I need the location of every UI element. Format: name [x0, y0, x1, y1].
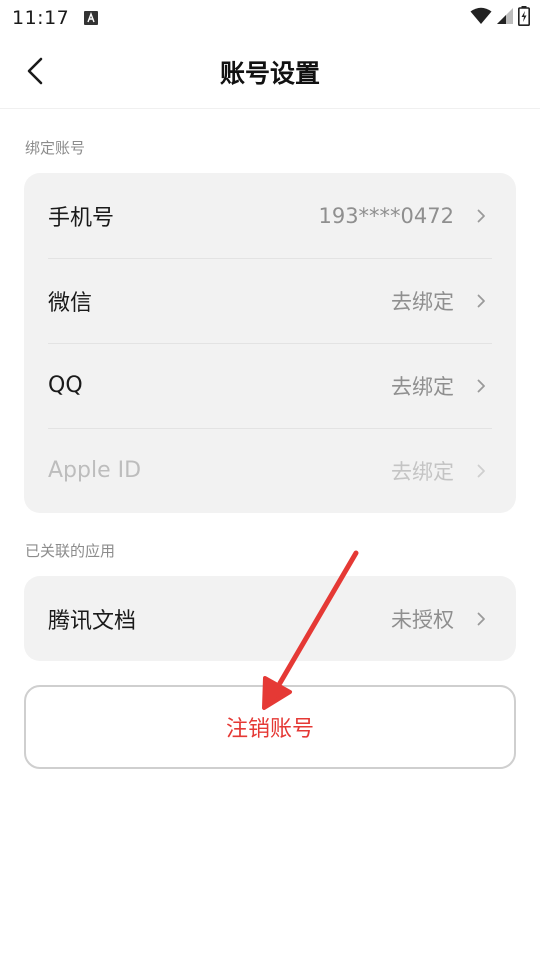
row-phone[interactable]: 手机号 193****0472 [24, 173, 516, 258]
linked-apps-section-label: 已关联的应用 [25, 542, 116, 560]
phone-number-value: 193****0472 [318, 203, 454, 228]
top-bar: 账号设置 [0, 36, 540, 109]
row-wechat[interactable]: 微信 去绑定 [24, 258, 516, 343]
bind-status-value: 去绑定 [391, 374, 454, 399]
row-label: 腾讯文档 [48, 608, 137, 634]
deregister-account-button[interactable]: 注销账号 [24, 685, 516, 769]
row-label: Apple ID [48, 458, 142, 483]
row-label: 手机号 [48, 205, 115, 231]
row-label: 微信 [48, 290, 93, 316]
row-tencent-docs[interactable]: 腾讯文档 未授权 [24, 576, 516, 661]
bound-accounts-section-label: 绑定账号 [25, 139, 86, 157]
battery-charging-icon [518, 6, 530, 30]
page-title: 账号设置 [219, 59, 320, 88]
chevron-right-icon [476, 612, 486, 626]
signal-icon [496, 7, 514, 29]
bind-status-value: 去绑定 [391, 459, 454, 484]
chevron-right-icon [476, 209, 486, 223]
bound-accounts-card: 手机号 193****0472 微信 去绑定 QQ 去绑定 Apple ID 去… [24, 173, 516, 513]
chevron-right-icon [476, 294, 486, 308]
chevron-right-icon [476, 464, 486, 478]
account-settings-screen: 11:17 账号设置 绑定账号 手机号 193****0472 微信 去绑定 Q… [0, 0, 540, 960]
row-qq[interactable]: QQ 去绑定 [24, 343, 516, 428]
auth-status-value: 未授权 [391, 607, 454, 632]
accessibility-icon [84, 10, 98, 25]
row-label: QQ [48, 373, 83, 398]
linked-apps-card: 腾讯文档 未授权 [24, 576, 516, 661]
status-icons [470, 6, 530, 30]
row-apple-id: Apple ID 去绑定 [24, 428, 516, 513]
status-time: 11:17 [12, 7, 70, 29]
bind-status-value: 去绑定 [391, 289, 454, 314]
wifi-icon [470, 7, 492, 29]
chevron-right-icon [476, 379, 486, 393]
status-bar: 11:17 [0, 0, 540, 36]
